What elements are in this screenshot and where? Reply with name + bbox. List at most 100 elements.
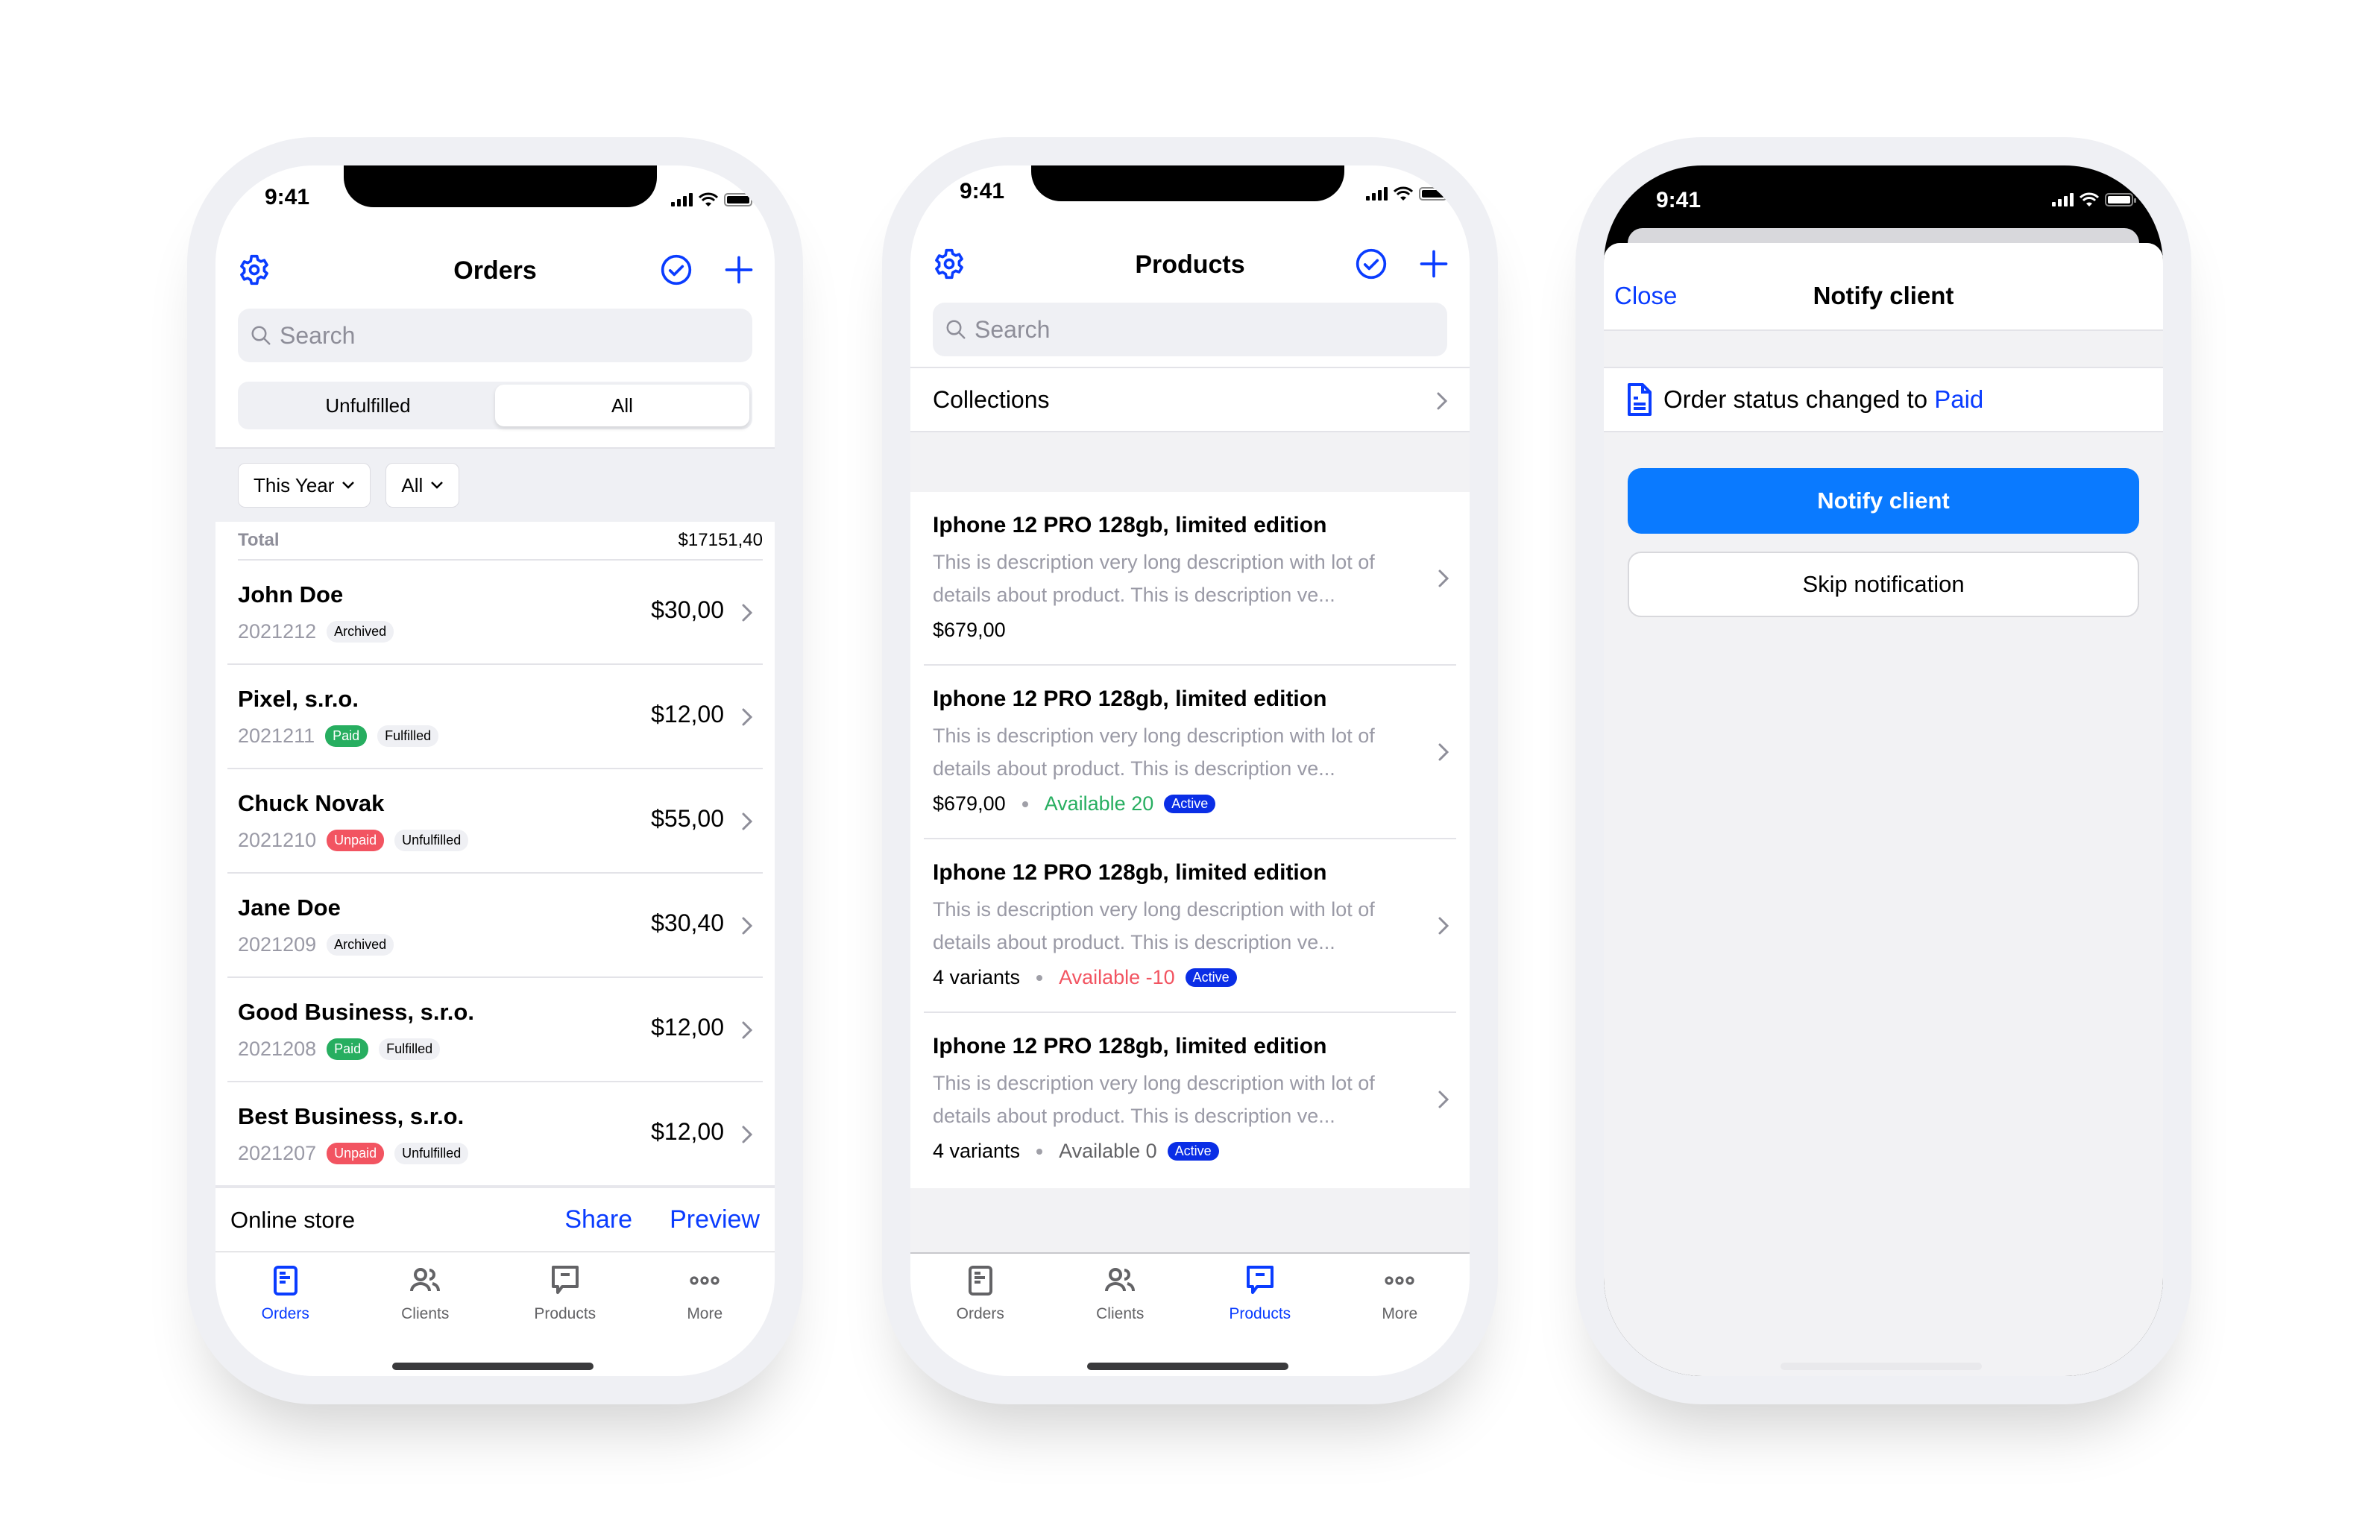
check-circle-icon[interactable] xyxy=(1355,247,1388,280)
product-description: This is description very long descriptio… xyxy=(933,898,1375,953)
fulfillment-badge: Archived xyxy=(327,621,394,643)
segmented-control: Unfulfilled All xyxy=(238,382,752,429)
chevron-right-icon xyxy=(742,1021,753,1039)
more-icon xyxy=(1382,1263,1417,1302)
tab-orders[interactable]: Orders xyxy=(910,1254,1051,1328)
chevron-right-icon xyxy=(1438,917,1449,935)
clients-icon xyxy=(407,1263,443,1302)
check-circle-icon[interactable] xyxy=(660,253,693,286)
notch xyxy=(1031,165,1344,201)
order-row[interactable]: Chuck Novak 2021210 Unpaid Unfulfilled $5… xyxy=(227,769,763,874)
order-row[interactable]: Good Business, s.r.o. 2021208 Paid Fulfil… xyxy=(227,978,763,1082)
orders-screen: 9:41 Orders Search Unfulfilled All This … xyxy=(215,165,775,1376)
order-customer-name: Pixel, s.r.o. xyxy=(238,686,359,712)
tab-products[interactable]: Products xyxy=(1190,1254,1330,1328)
order-customer-name: Best Business, s.r.o. xyxy=(238,1103,465,1129)
wifi-icon xyxy=(1394,186,1413,201)
search-placeholder: Search xyxy=(280,321,356,349)
tab-orders[interactable]: Orders xyxy=(215,1254,356,1328)
search-input[interactable]: Search xyxy=(238,309,752,362)
total-value: $17151,40 xyxy=(678,530,763,550)
segment-unfulfilled[interactable]: Unfulfilled xyxy=(241,385,495,426)
product-row[interactable]: Iphone 12 PRO 128gb, limited edition Thi… xyxy=(924,666,1456,839)
fulfillment-badge: Archived xyxy=(327,934,394,956)
status-filter-label: All xyxy=(401,473,424,496)
share-link[interactable]: Share xyxy=(564,1205,632,1234)
tab-bar: Orders Clients Products More xyxy=(910,1254,1470,1328)
products-screen: 9:41 Products Search Collections Iphone … xyxy=(910,165,1470,1376)
order-customer-name: John Doe xyxy=(238,581,344,608)
order-meta: 2021210 Unpaid Unfulfilled xyxy=(238,829,469,852)
tab-label: More xyxy=(687,1305,723,1322)
preview-link[interactable]: Preview xyxy=(670,1205,760,1234)
segment-all[interactable]: All xyxy=(495,385,749,426)
signal-icon xyxy=(671,193,693,206)
product-meta: 4 variants Available 0 Active xyxy=(933,1140,1219,1163)
fulfillment-badge: Unfulfilled xyxy=(394,830,469,851)
product-meta: $679,00 Available 20 Active xyxy=(933,792,1216,815)
fulfillment-badge: Fulfilled xyxy=(379,1038,441,1060)
tab-more[interactable]: More xyxy=(635,1254,775,1328)
product-row[interactable]: Iphone 12 PRO 128gb, limited edition Thi… xyxy=(924,492,1456,666)
plus-icon[interactable] xyxy=(1417,247,1450,280)
tab-more[interactable]: More xyxy=(1330,1254,1470,1328)
order-row[interactable]: Jane Doe 2021209 Archived $30,40 xyxy=(227,874,763,978)
notify-client-button[interactable]: Notify client xyxy=(1628,468,2139,534)
online-store-bar: Online store Share Preview xyxy=(215,1185,775,1252)
order-row[interactable]: Pixel, s.r.o. 2021211 Paid Fulfilled $12,… xyxy=(227,665,763,769)
order-status-row: Order status changed to Paid xyxy=(1604,367,2163,432)
tab-products[interactable]: Products xyxy=(495,1254,635,1328)
document-icon xyxy=(1628,383,1652,416)
separator-dot xyxy=(1036,974,1043,981)
online-store-label: Online store xyxy=(230,1206,356,1233)
sheet-header: Close Notify client xyxy=(1604,243,2163,331)
order-id: 2021210 xyxy=(238,829,317,851)
chevron-right-icon xyxy=(1438,743,1449,761)
payment-badge: Unpaid xyxy=(327,1143,385,1164)
order-row[interactable]: John Doe 2021212 Archived $30,00 xyxy=(227,561,763,665)
order-id: 2021209 xyxy=(238,933,317,956)
wifi-icon xyxy=(2080,192,2099,206)
payment-badge: Unpaid xyxy=(327,830,385,851)
orders-list: John Doe 2021212 Archived $30,00 Pixel, … xyxy=(215,561,775,1187)
product-price-or-variants: 4 variants xyxy=(933,1140,1021,1162)
nav-bar: Products xyxy=(910,234,1470,294)
status-time: 9:41 xyxy=(960,179,1005,203)
status-filter-dropdown[interactable]: All xyxy=(385,463,460,508)
battery-icon xyxy=(1419,187,1450,201)
sheet-title: Notify client xyxy=(1813,282,1954,309)
product-row[interactable]: Iphone 12 PRO 128gb, limited edition Thi… xyxy=(924,1013,1456,1187)
product-availability: Available 0 xyxy=(1059,1140,1157,1162)
order-customer-name: Good Business, s.r.o. xyxy=(238,999,474,1025)
separator-dot xyxy=(1021,801,1028,807)
status-time: 9:41 xyxy=(265,185,310,209)
tab-clients[interactable]: Clients xyxy=(356,1254,496,1328)
search-icon xyxy=(946,320,966,339)
payment-badge: Paid xyxy=(325,725,368,747)
list-footer-spacer xyxy=(910,1188,1470,1254)
product-title: Iphone 12 PRO 128gb, limited edition xyxy=(933,860,1327,885)
product-meta: 4 variants Available -10 Active xyxy=(933,966,1237,989)
product-row[interactable]: Iphone 12 PRO 128gb, limited edition Thi… xyxy=(924,839,1456,1013)
period-filter-dropdown[interactable]: This Year xyxy=(238,463,371,508)
search-input[interactable]: Search xyxy=(933,303,1447,356)
status-value: Paid xyxy=(1934,385,1984,413)
tab-clients[interactable]: Clients xyxy=(1051,1254,1191,1328)
plus-icon[interactable] xyxy=(722,253,755,286)
collections-label: Collections xyxy=(933,385,1050,413)
product-description: This is description very long descriptio… xyxy=(933,1072,1375,1127)
products-icon xyxy=(547,1263,583,1302)
notify-screen: 9:41 Close Notify client Order status ch… xyxy=(1604,165,2163,1376)
order-amount: $12,00 xyxy=(651,1014,724,1041)
skip-notification-button[interactable]: Skip notification xyxy=(1628,552,2139,617)
order-amount: $12,00 xyxy=(651,701,724,728)
tab-label: Orders xyxy=(956,1305,1004,1322)
collections-row[interactable]: Collections xyxy=(910,367,1470,432)
order-row[interactable]: Best Business, s.r.o. 2021207 Unpaid Unfu… xyxy=(227,1082,763,1187)
chevron-right-icon xyxy=(1438,569,1449,587)
tab-label: Clients xyxy=(1096,1305,1145,1322)
status-message: Order status changed to Paid xyxy=(1663,385,1984,413)
payment-badge: Paid xyxy=(327,1038,369,1060)
order-amount: $55,00 xyxy=(651,805,724,832)
tab-bar: Orders Clients Products More xyxy=(215,1254,775,1328)
